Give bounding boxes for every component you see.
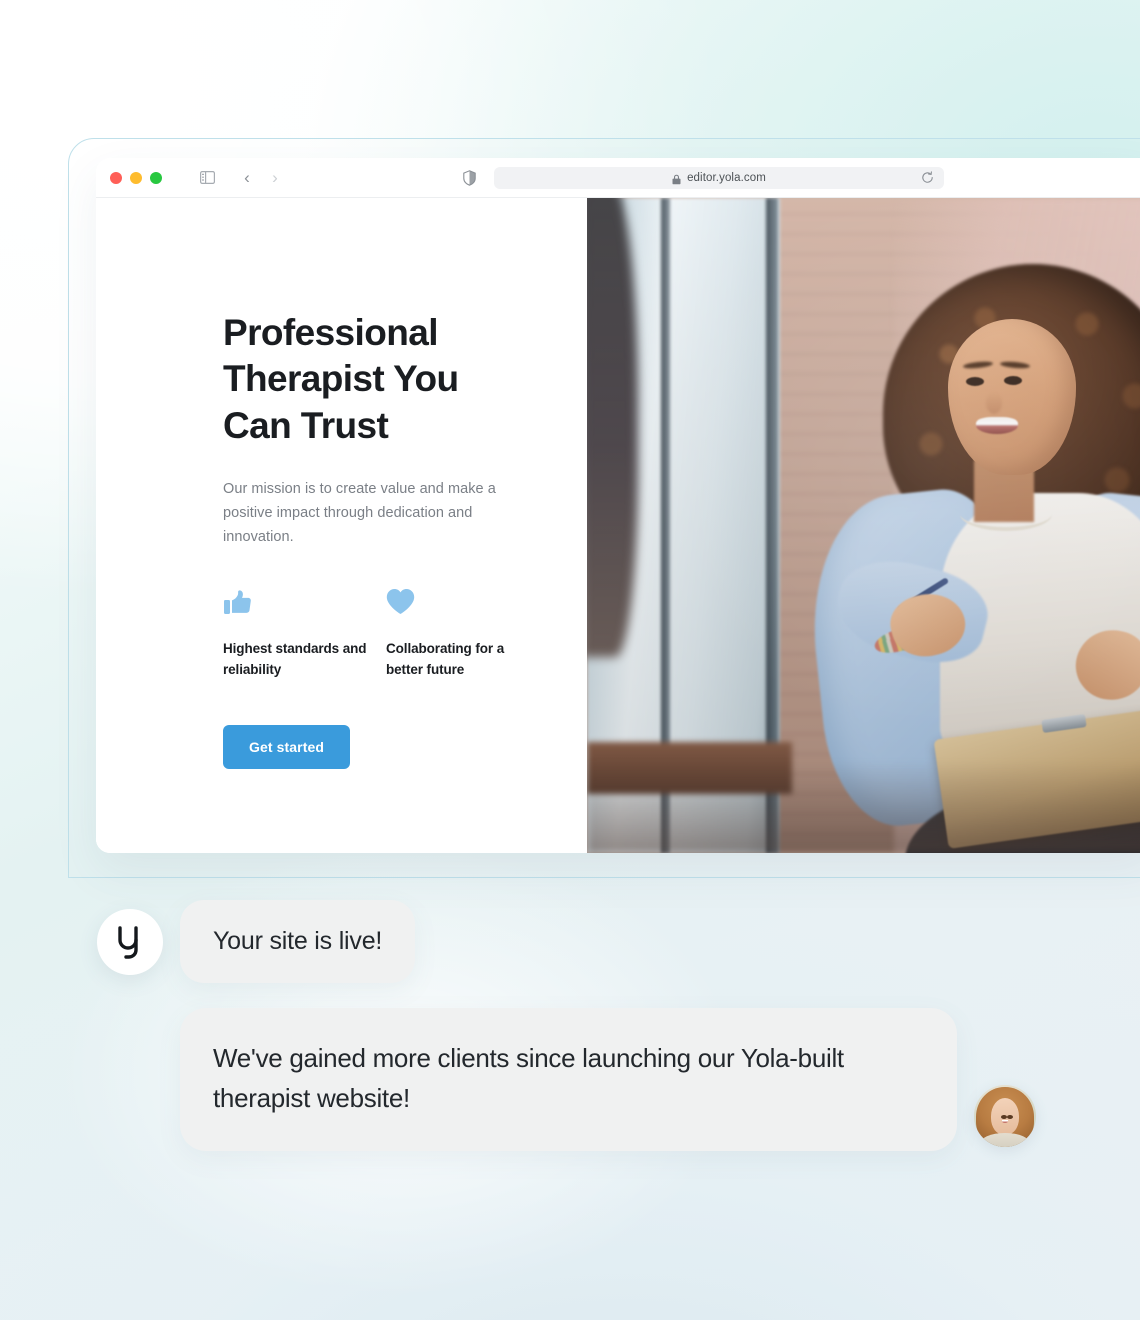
thumbs-up-icon — [223, 588, 386, 618]
hero-text-column: Professional Therapist You Can Trust Our… — [96, 198, 587, 853]
website-preview: Professional Therapist You Can Trust Our… — [96, 198, 1140, 853]
avatar-smile — [1002, 1119, 1009, 1124]
feature-item: Highest standards and reliability — [223, 588, 386, 681]
back-button[interactable]: ‹ — [236, 167, 258, 189]
user-avatar — [974, 1084, 1036, 1147]
window-traffic-lights — [110, 171, 162, 184]
figure-mouth — [975, 416, 1018, 434]
avatar-eye — [1006, 1114, 1013, 1119]
figure-eye — [1003, 376, 1022, 386]
avatar-shoulder — [980, 1132, 1030, 1147]
reload-icon[interactable] — [921, 171, 934, 184]
hero-subtitle: Our mission is to create value and make … — [223, 480, 496, 546]
figure-necklace — [960, 497, 1053, 531]
shield-icon[interactable] — [458, 167, 480, 189]
figure-face — [948, 319, 1077, 476]
address-bar-content: editor.yola.com — [672, 171, 766, 185]
url-text: editor.yola.com — [687, 171, 766, 184]
close-window-button[interactable] — [110, 171, 122, 184]
figure-eye — [965, 376, 984, 386]
chat-bubble-user: We've gained more clients since launchin… — [180, 1008, 957, 1151]
browser-window: ‹ › editor.yola.com Professional Therapi… — [96, 158, 1140, 853]
browser-toolbar: ‹ › editor.yola.com — [96, 158, 1140, 198]
yola-logo-avatar — [97, 908, 163, 975]
therapist-photo — [587, 198, 1140, 853]
testimonial-chat: Your site is live! We've gained more cli… — [0, 900, 1140, 1151]
hero-title: Professional Therapist You Can Trust — [223, 312, 459, 446]
chat-message-row: Your site is live! — [0, 900, 1140, 983]
heart-icon — [386, 588, 549, 618]
minimize-window-button[interactable] — [130, 171, 142, 184]
hero-feature-list: Highest standards and reliability Collab… — [223, 588, 587, 681]
chat-bubble-yola: Your site is live! — [180, 900, 416, 983]
feature-label: Highest standards and reliability — [223, 640, 367, 678]
yola-y-icon — [118, 925, 138, 959]
get-started-button[interactable]: Get started — [223, 725, 351, 770]
feature-label: Collaborating for a better future — [386, 640, 505, 678]
chat-message-row: We've gained more clients since launchin… — [0, 1008, 1140, 1151]
maximize-window-button[interactable] — [150, 171, 162, 184]
avatar-face — [990, 1098, 1020, 1136]
forward-button[interactable]: › — [264, 167, 286, 189]
address-bar[interactable]: editor.yola.com — [494, 166, 944, 189]
lock-icon — [672, 172, 681, 185]
feature-item: Collaborating for a better future — [386, 588, 549, 681]
navigation-arrows: ‹ › — [236, 167, 286, 189]
avatar-eye — [1000, 1114, 1007, 1119]
floor-shadow — [587, 761, 1140, 853]
foreground-silhouette — [587, 198, 639, 657]
hero-image — [587, 198, 1140, 853]
sidebar-toggle-icon[interactable] — [196, 167, 218, 189]
